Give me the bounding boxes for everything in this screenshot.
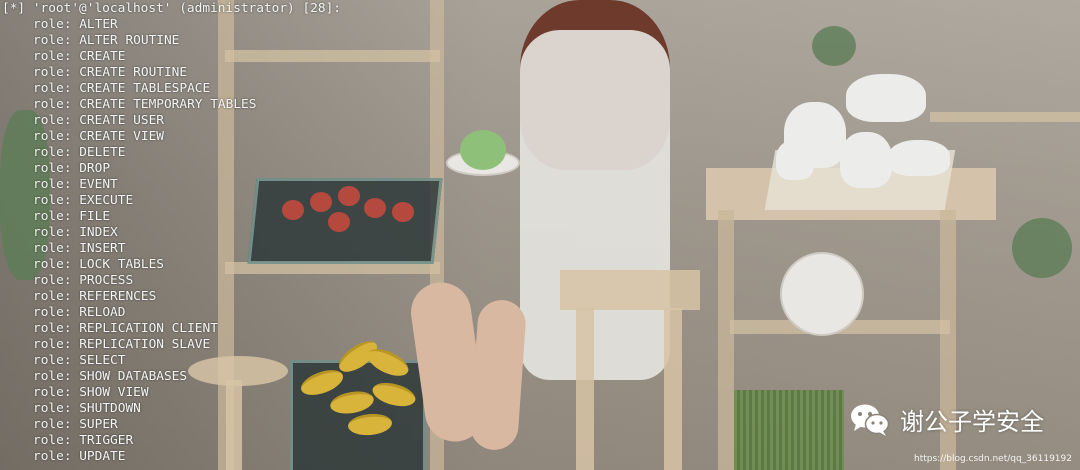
terminal-window: [*] 'root'@'localhost' (administrator) [… [0, 0, 1080, 470]
role-line: role: LOCK TABLES [33, 257, 164, 272]
role-line: role: EXECUTE [33, 193, 134, 208]
role-line: role: UPDATE [33, 449, 126, 464]
wooden-stool-leg [576, 308, 594, 470]
apple [338, 186, 360, 206]
role-line: role: DROP [33, 161, 111, 176]
cup [776, 140, 814, 180]
potted-plant [1012, 218, 1072, 278]
apple [364, 198, 386, 218]
role-line: role: CREATE TABLESPACE [33, 81, 211, 96]
wechat-icon [850, 403, 890, 437]
role-line: role: RELOAD [33, 305, 126, 320]
wechat-watermark: 谢公子学安全 [850, 402, 1044, 437]
role-line: role: SHUTDOWN [33, 401, 141, 416]
role-line: role: REPLICATION CLIENT [33, 321, 218, 336]
role-line: role: ALTER ROUTINE [33, 33, 180, 48]
role-line: role: SHOW VIEW [33, 385, 149, 400]
role-line: role: EVENT [33, 177, 118, 192]
apple [392, 202, 414, 222]
wooden-stool [560, 270, 700, 310]
cooking-pot [846, 74, 926, 122]
terminal-output: [*] 'root'@'localhost' (administrator) [… [2, 1, 341, 465]
role-line: role: TRIGGER [33, 433, 134, 448]
role-line: role: SHOW DATABASES [33, 369, 188, 384]
role-line: role: CREATE ROUTINE [33, 65, 188, 80]
cart-leg [718, 210, 734, 470]
role-line: role: REFERENCES [33, 289, 157, 304]
girl-leg [468, 298, 528, 452]
role-line: role: CREATE VIEW [33, 129, 164, 144]
cabbage [460, 130, 506, 170]
role-line: role: REPLICATION SLAVE [33, 337, 211, 352]
role-line: role: INSERT [33, 241, 126, 256]
role-line: role: SELECT [33, 353, 126, 368]
plate [780, 252, 864, 336]
potted-plant [812, 26, 856, 66]
wechat-account-name: 谢公子学安全 [900, 408, 1044, 436]
terminal-header-line: [*] 'root'@'localhost' (administrator) [… [2, 1, 341, 16]
role-line: role: DELETE [33, 145, 126, 160]
role-line: role: FILE [33, 209, 111, 224]
url-watermark: https://blog.csdn.net/qq_36119192 [913, 454, 1072, 464]
grass-planter [734, 390, 844, 470]
role-line: role: CREATE [33, 49, 126, 64]
role-line: role: INDEX [33, 225, 118, 240]
wooden-stool-leg [664, 308, 682, 470]
girl-shirt [520, 30, 670, 380]
role-line: role: PROCESS [33, 273, 134, 288]
role-line: role: CREATE TEMPORARY TABLES [33, 97, 257, 112]
role-line: role: ALTER [33, 17, 118, 32]
milk-jug [840, 132, 892, 188]
fruit-bowl [888, 140, 950, 176]
role-line: role: SUPER [33, 417, 118, 432]
role-line: role: CREATE USER [33, 113, 164, 128]
wall-shelf [930, 112, 1080, 122]
